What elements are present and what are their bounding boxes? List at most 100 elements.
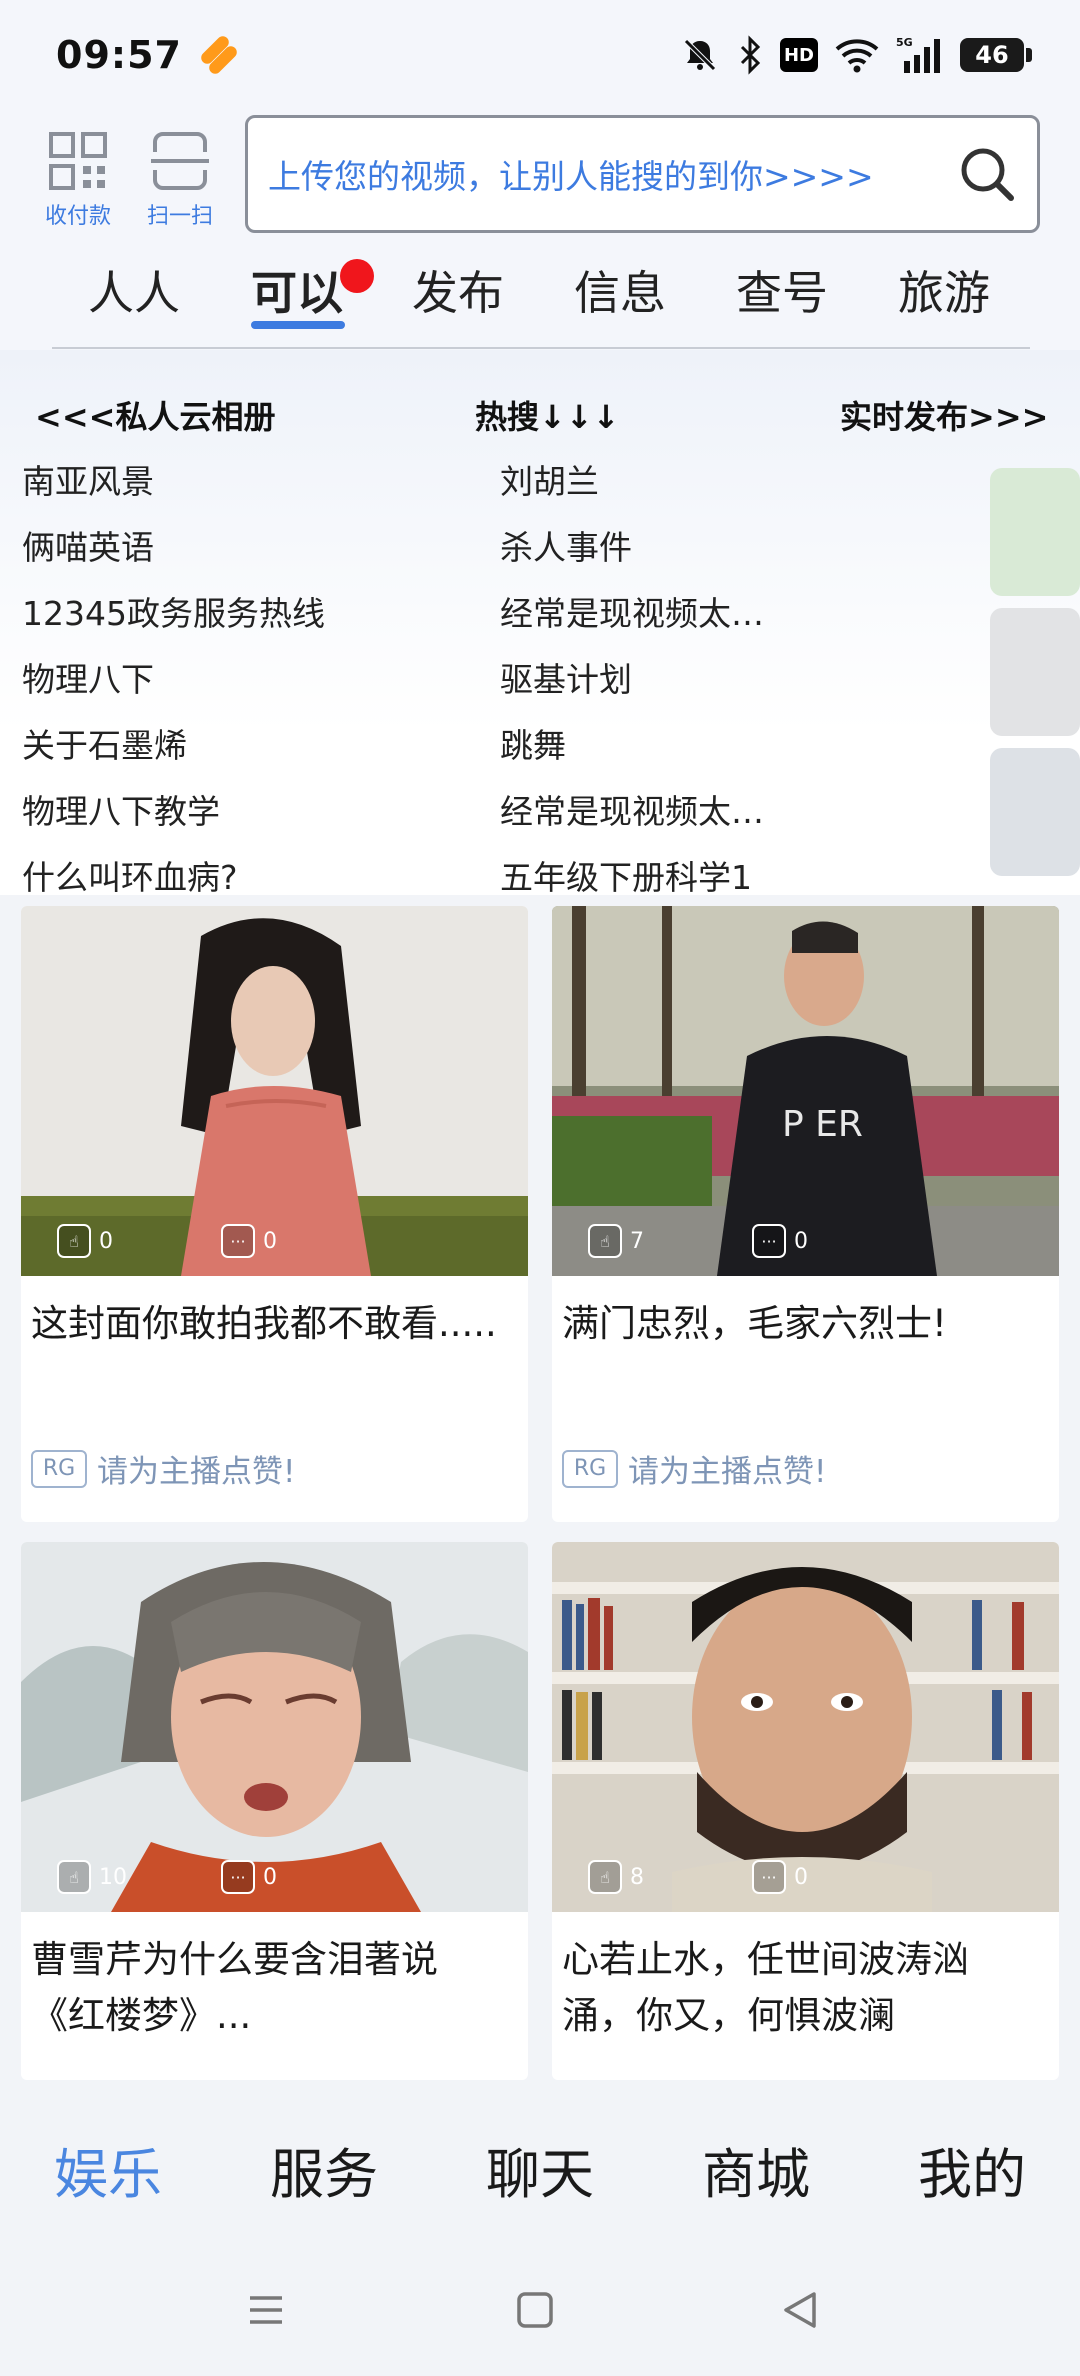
hot-item-right[interactable]: 五年级下册科学1	[500, 851, 752, 895]
hand-icon: ☝	[588, 1224, 622, 1258]
bluetooth-icon	[736, 35, 764, 75]
tabs-divider	[52, 347, 1030, 349]
app-notification-icon	[200, 38, 234, 72]
rg-badge: RG	[31, 1449, 87, 1488]
like-prompt[interactable]: 请为主播点赞!	[97, 1446, 295, 1491]
mute-bell-icon	[680, 35, 720, 75]
video-thumbnail[interactable]: P ER ☝ 7 ··· 0	[552, 906, 1059, 1276]
video-thumbnail[interactable]: ☝ 0 ··· 0	[21, 906, 528, 1276]
hot-item-right[interactable]: 刘胡兰	[500, 455, 599, 503]
video-card[interactable]: P ER ☝ 7 ··· 0 满门忠烈，毛家六烈士! RG 请为主播点赞!	[552, 906, 1059, 1522]
video-title[interactable]: 心若止水，任世间波涛汹涌，你又，何惧波澜	[562, 1932, 1042, 2044]
bottom-nav: 娱乐 服务 聊天 商城 我的	[0, 2080, 1080, 2250]
comment-stat: ··· 0	[221, 1860, 277, 1894]
tab-fabu[interactable]: 发布	[412, 257, 504, 323]
hot-item-left[interactable]: 什么叫环血病?	[22, 851, 238, 895]
hot-item-right[interactable]: 跳舞	[500, 719, 566, 767]
comment-stat: ··· 0	[221, 1224, 277, 1258]
card-footer: RG 请为主播点赞!	[562, 1446, 826, 1491]
hd-badge: HD	[780, 38, 818, 72]
tab-badge-dot	[340, 259, 374, 293]
status-bar: 09:57 HD 5G 46	[0, 0, 1080, 110]
battery-indicator: 46	[960, 38, 1032, 72]
header: 收付款 扫一扫 上传您的视频，让别人能搜的到你>>>>	[0, 110, 1080, 245]
back-icon[interactable]	[770, 2280, 830, 2340]
card-footer: RG 请为主播点赞!	[31, 1446, 295, 1491]
tab-lvyou[interactable]: 旅游	[898, 257, 990, 323]
hot-item-right[interactable]: 经常是现视频太…	[500, 785, 764, 833]
status-right: HD 5G 46	[680, 35, 1032, 75]
rg-badge: RG	[562, 1449, 618, 1488]
video-card[interactable]: ☝ 0 ··· 0 这封面你敢拍我都不敢看..... RG 请为主播点赞!	[21, 906, 528, 1522]
live-publish-link[interactable]: 实时发布>>>	[840, 392, 1048, 438]
menu-icon[interactable]	[236, 2280, 296, 2340]
like-count: 7	[630, 1228, 644, 1254]
comment-icon: ···	[221, 1860, 255, 1894]
status-left: 09:57	[56, 33, 234, 77]
home-icon[interactable]	[505, 2280, 565, 2340]
live-preview-card[interactable]	[990, 608, 1080, 736]
tab-renren[interactable]: 人人	[88, 257, 180, 323]
clock: 09:57	[56, 33, 182, 77]
video-card[interactable]: ☝ 8 ··· 0 心若止水，任世间波涛汹涌，你又，何惧波澜	[552, 1542, 1059, 2080]
like-stat: ☝ 8	[588, 1860, 644, 1894]
hot-item-right[interactable]: 经常是现视频太…	[500, 587, 764, 635]
active-tab-indicator	[251, 321, 345, 329]
search-input[interactable]: 上传您的视频，让别人能搜的到你>>>>	[245, 115, 1040, 233]
hot-item-left[interactable]: 俩喵英语	[22, 521, 154, 569]
video-thumbnail[interactable]: ☝ 10 ··· 0	[21, 1542, 528, 1912]
hot-item-left[interactable]: 南亚风景	[22, 455, 154, 503]
top-tabs: 人人 可以 发布 信息 查号 旅游	[0, 245, 1080, 350]
like-stat: ☝ 10	[57, 1860, 127, 1894]
comment-icon: ···	[221, 1224, 255, 1258]
comment-count: 0	[263, 1228, 277, 1254]
search-placeholder: 上传您的视频，让别人能搜的到你>>>>	[268, 157, 874, 196]
like-count: 0	[99, 1228, 113, 1254]
like-count: 8	[630, 1864, 644, 1890]
video-title[interactable]: 曹雪芹为什么要含泪著说《红楼梦》...	[31, 1932, 511, 2044]
hot-item-right[interactable]: 杀人事件	[500, 521, 632, 569]
tab-chahao[interactable]: 查号	[736, 257, 828, 323]
hot-item-left[interactable]: 物理八下	[22, 653, 154, 701]
hot-search-panel: <<<私人云相册 热搜↓↓↓ 实时发布>>> 南亚风景 俩喵英语 12345政务…	[0, 350, 1080, 895]
nav-entertainment[interactable]: 娱乐	[54, 2130, 162, 2209]
scan-button[interactable]: 扫一扫	[130, 130, 230, 230]
scan-icon	[151, 132, 209, 190]
svg-text:P ER: P ER	[782, 1104, 863, 1145]
private-album-link[interactable]: <<<私人云相册	[35, 392, 275, 438]
nav-services[interactable]: 服务	[270, 2130, 378, 2209]
comment-icon: ···	[752, 1224, 786, 1258]
video-title[interactable]: 这封面你敢拍我都不敢看.....	[31, 1296, 511, 1352]
nav-mall[interactable]: 商城	[702, 2130, 810, 2209]
hot-item-right[interactable]: 驱基计划	[500, 653, 632, 701]
hot-item-left[interactable]: 物理八下教学	[22, 785, 220, 833]
video-thumbnail[interactable]: ☝ 8 ··· 0	[552, 1542, 1059, 1912]
search-icon[interactable]	[957, 144, 1017, 204]
nav-profile[interactable]: 我的	[918, 2130, 1026, 2209]
wifi-icon	[834, 35, 880, 75]
hand-icon: ☝	[588, 1860, 622, 1894]
tab-keyi[interactable]: 可以	[251, 257, 343, 323]
qr-code-icon	[49, 132, 107, 190]
like-stat: ☝ 7	[588, 1224, 644, 1258]
like-prompt[interactable]: 请为主播点赞!	[628, 1446, 826, 1491]
video-title[interactable]: 满门忠烈，毛家六烈士!	[562, 1296, 1042, 1352]
live-preview-card[interactable]	[990, 748, 1080, 876]
hot-item-left[interactable]: 关于石墨烯	[22, 719, 187, 767]
like-count: 10	[99, 1864, 127, 1890]
live-preview-card[interactable]	[990, 468, 1080, 596]
hot-item-left[interactable]: 12345政务服务热线	[22, 587, 325, 635]
video-card[interactable]: ☝ 10 ··· 0 曹雪芹为什么要含泪著说《红楼梦》...	[21, 1542, 528, 2080]
like-stat: ☝ 0	[57, 1224, 113, 1258]
payment-label: 收付款	[44, 204, 111, 229]
hand-icon: ☝	[57, 1224, 91, 1258]
tab-xinxi[interactable]: 信息	[574, 257, 666, 323]
nav-chat[interactable]: 聊天	[486, 2130, 594, 2209]
network-type-label: 5G	[896, 36, 913, 49]
signal-icon: 5G	[896, 35, 944, 75]
comment-stat: ··· 0	[752, 1860, 808, 1894]
hot-search-header: 热搜↓↓↓	[475, 398, 620, 436]
system-navigation-bar	[0, 2250, 1080, 2376]
comment-icon: ···	[752, 1860, 786, 1894]
payment-button[interactable]: 收付款	[28, 130, 128, 230]
